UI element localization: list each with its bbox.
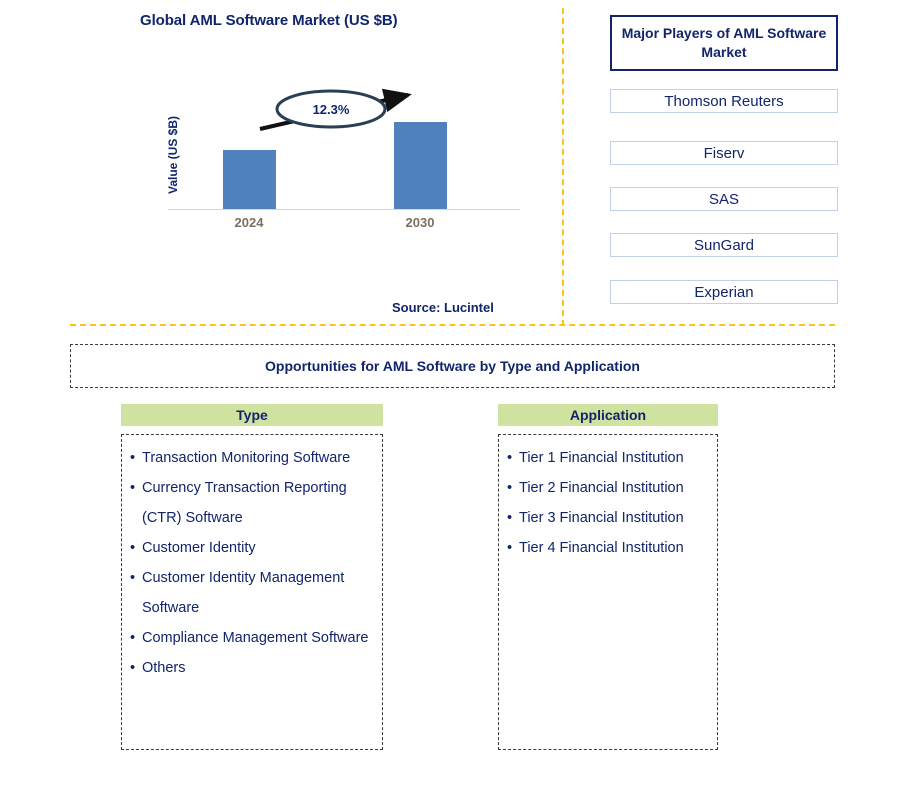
list-item: Tier 3 Financial Institution — [507, 503, 711, 533]
column-body-type: Transaction Monitoring Software Currency… — [121, 434, 383, 750]
column-header-type: Type — [121, 404, 383, 426]
chart-title: Global AML Software Market (US $B) — [140, 12, 398, 29]
player-item-fiserv[interactable]: Fiserv — [610, 141, 838, 165]
player-item-experian[interactable]: Experian — [610, 280, 838, 304]
divider-vertical — [562, 8, 564, 326]
major-players-header: Major Players of AML Software Market — [610, 15, 838, 71]
divider-horizontal — [70, 324, 835, 326]
chart-tick-label-2024: 2024 — [234, 215, 264, 230]
list-item: Tier 1 Financial Institution — [507, 443, 711, 473]
list-item: Customer Identity — [130, 533, 376, 563]
chart-tick-label-2030: 2030 — [405, 215, 435, 230]
list-item: Tier 2 Financial Institution — [507, 473, 711, 503]
list-item: Others — [130, 653, 376, 683]
list-item: Transaction Monitoring Software — [130, 443, 376, 473]
list-item: Tier 4 Financial Institution — [507, 533, 711, 563]
list-item: Currency Transaction Reporting (CTR) Sof… — [130, 473, 376, 533]
list-item: Compliance Management Software — [130, 623, 376, 653]
chart-axis-baseline — [168, 209, 520, 210]
type-list: Transaction Monitoring Software Currency… — [130, 443, 376, 683]
opportunities-banner: Opportunities for AML Software by Type a… — [70, 344, 835, 388]
chart-bar-2024 — [223, 150, 276, 209]
application-list: Tier 1 Financial Institution Tier 2 Fina… — [507, 443, 711, 563]
chart-y-axis-label: Value (US $B) — [166, 115, 180, 195]
player-item-sas[interactable]: SAS — [610, 187, 838, 211]
player-item-thomson-reuters[interactable]: Thomson Reuters — [610, 89, 838, 113]
list-item: Customer Identity Management Software — [130, 563, 376, 623]
cagr-value-label: 12.3% — [312, 102, 350, 117]
column-header-application: Application — [498, 404, 718, 426]
player-item-sungard[interactable]: SunGard — [610, 233, 838, 257]
source-note: Source: Lucintel — [392, 300, 494, 315]
column-body-application: Tier 1 Financial Institution Tier 2 Fina… — [498, 434, 718, 750]
